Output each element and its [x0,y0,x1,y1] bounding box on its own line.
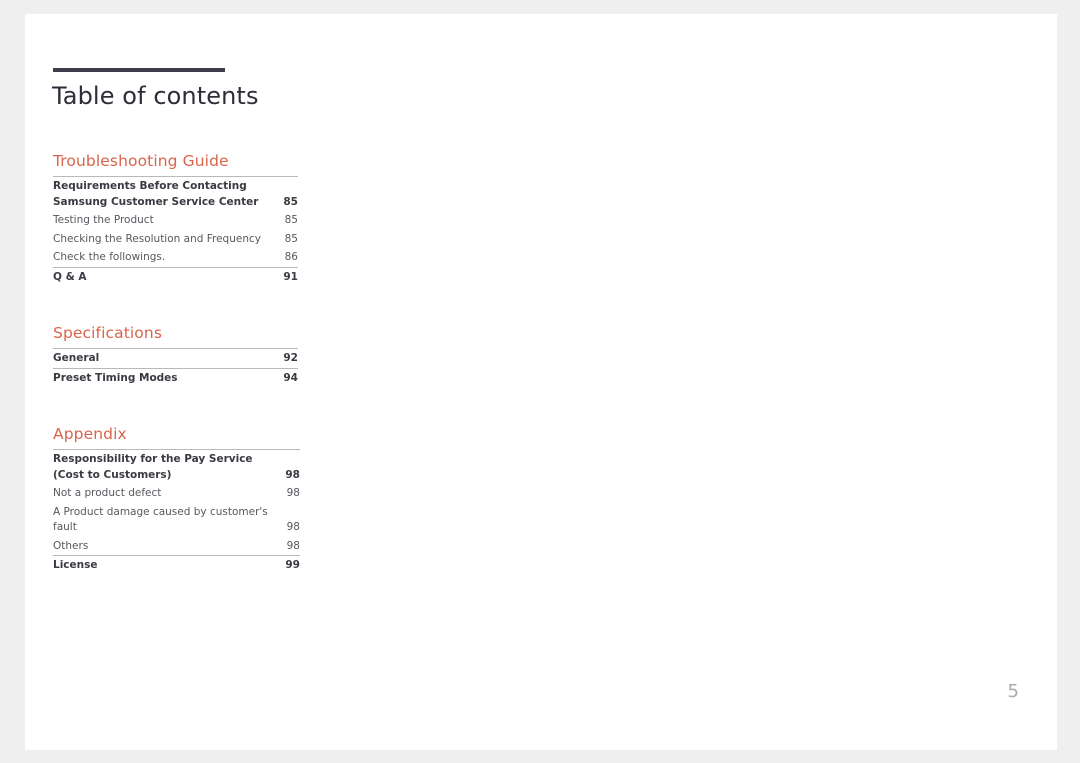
toc-entry-label: Testing the Product [53,214,154,226]
toc-entry-label: Requirements Before Contacting Samsung C… [53,180,259,208]
toc-entry-page: 92 [283,352,298,364]
toc-entry[interactable]: Requirements Before Contacting Samsung C… [53,177,298,212]
toc-section-heading: Appendix [53,425,127,443]
toc-entry[interactable]: Check the followings. 86 [53,248,298,267]
toc-entry-label: License [53,555,279,575]
toc-section: Troubleshooting Guide Requirements Before… [53,152,353,286]
toc-entry-page: 86 [284,251,298,263]
toc-entry[interactable]: Responsibility for the Pay Service (Cost… [53,450,300,485]
toc-entry[interactable]: Testing the Product 85 [53,211,298,230]
toc-entry[interactable]: License 99 [53,555,300,575]
toc-entry-label: General [53,352,100,364]
toc-entry-page: 85 [283,195,298,208]
toc-entry-label: Not a product defect [53,487,162,499]
toc-table: General 92 Preset Timing Modes 94 [53,348,298,387]
toc-entry-label: Checking the Resolution and Frequency [53,232,261,245]
toc-entry-page: 85 [284,214,298,226]
toc-entry-page: 98 [286,539,300,552]
toc-table: Requirements Before Contacting Samsung C… [53,176,298,286]
document-page: Table of contents Troubleshooting Guide R… [25,14,1057,750]
toc-entry-label: Preset Timing Modes [53,367,277,387]
toc-entry[interactable]: Checking the Resolution and Frequency 85 [53,230,298,249]
table-of-contents: Troubleshooting Guide Requirements Before… [53,152,353,601]
toc-entry-page: 99 [278,555,300,575]
toc-entry-page: 91 [276,266,298,286]
toc-entry-page: 94 [276,367,298,387]
toc-section-heading: Specifications [53,324,162,342]
toc-entry[interactable]: Not a product defect 98 [53,484,300,503]
toc-section: Specifications General 92 Preset Timing Mod… [53,324,353,387]
toc-entry[interactable]: Preset Timing Modes 94 [53,367,298,387]
toc-entry-page: 85 [284,232,298,245]
toc-entry-label: Q & A [53,266,277,286]
toc-entry-label: Others [53,539,89,552]
page-title: Table of contents [52,82,259,110]
toc-entry[interactable]: Others 98 [53,537,300,556]
toc-entry-page: 98 [286,521,300,533]
toc-entry[interactable]: Q & A 91 [53,266,298,286]
title-rule [53,68,225,72]
toc-entry[interactable]: General 92 [53,349,298,369]
toc-entry-page: 98 [286,487,300,499]
toc-table: Responsibility for the Pay Service (Cost… [53,449,300,575]
toc-entry-label: Check the followings. [53,251,166,263]
toc-entry-label: Responsibility for the Pay Service (Cost… [53,453,253,481]
page-number: 5 [1007,681,1019,702]
toc-entry-label: A Product damage caused by customer's fa… [53,505,268,534]
toc-section: Appendix Responsibility for the Pay Servi… [53,425,353,575]
toc-entry[interactable]: A Product damage caused by customer's fa… [53,503,300,537]
toc-entry-page: 98 [285,468,300,481]
toc-section-heading: Troubleshooting Guide [53,152,229,170]
